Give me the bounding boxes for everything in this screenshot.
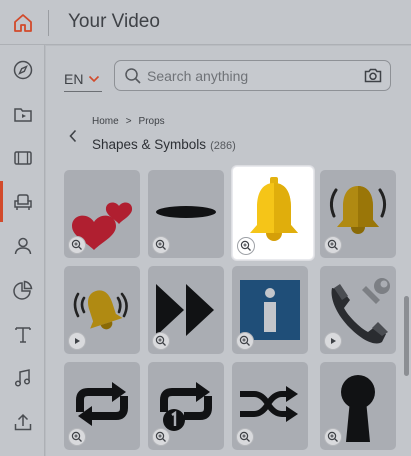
upload-icon [14, 413, 31, 430]
ringing-bell-tile[interactable] [320, 170, 396, 258]
zoom-icon[interactable] [324, 236, 342, 254]
shuffle-tile[interactable] [232, 362, 308, 450]
sidebar-item-scenes[interactable] [0, 135, 45, 180]
zoom-icon[interactable] [237, 237, 255, 255]
sidebar-item-props[interactable] [0, 179, 45, 224]
keyhole-tile[interactable] [320, 362, 396, 450]
zoom-icon[interactable] [68, 236, 86, 254]
info-tile[interactable] [232, 266, 308, 354]
props-panel: EN Search anything Home > Props Shapes &… [46, 46, 411, 456]
film-icon [13, 150, 32, 165]
chart-icon [12, 280, 32, 300]
search-input[interactable]: Search anything [147, 68, 248, 84]
sidebar-item-text[interactable] [0, 311, 45, 356]
bell-tile[interactable] [232, 166, 314, 260]
chevron-down-icon [89, 75, 100, 82]
sidebar-item-music[interactable] [0, 355, 45, 400]
zoom-icon[interactable] [236, 332, 254, 350]
language-select[interactable]: EN [64, 66, 102, 92]
fast-forward-tile[interactable] [148, 266, 224, 354]
breadcrumb-home[interactable]: Home [92, 116, 119, 127]
search-icon [125, 68, 141, 84]
zoom-icon[interactable] [236, 428, 254, 446]
play-icon[interactable] [324, 332, 342, 350]
repeat-once-tile[interactable] [148, 362, 224, 450]
music-icon [14, 368, 30, 387]
zoom-icon[interactable] [152, 332, 170, 350]
black-hole-tile[interactable] [148, 170, 224, 258]
sidebar-item-media[interactable] [0, 91, 45, 136]
props-chair-icon [13, 193, 32, 210]
section-heading: Shapes & Symbols (286) [92, 137, 236, 152]
play-icon[interactable] [68, 332, 86, 350]
sidebar-item-explore[interactable] [0, 47, 45, 92]
character-icon [14, 237, 31, 254]
zoom-icon[interactable] [324, 428, 342, 446]
search-box[interactable]: Search anything [114, 60, 391, 91]
phone-wrench-tile[interactable] [320, 266, 396, 354]
camera-icon[interactable] [364, 67, 382, 84]
page-title: Your Video [68, 11, 160, 32]
repeat-tile[interactable] [64, 362, 140, 450]
breadcrumb-current: Props [138, 116, 165, 127]
scrollbar[interactable] [404, 296, 409, 376]
sidebar-item-upload[interactable] [0, 399, 45, 444]
animated-ringing-bell-tile[interactable] [64, 266, 140, 354]
divider [48, 10, 49, 36]
props-grid [64, 166, 396, 456]
breadcrumb-separator: > [125, 116, 132, 127]
hearts-tile[interactable] [64, 170, 140, 258]
home-icon [13, 13, 32, 32]
sidebar-item-charts[interactable] [0, 267, 45, 312]
compass-icon [13, 60, 32, 79]
item-count: (286) [210, 140, 236, 152]
zoom-icon[interactable] [152, 428, 170, 446]
language-label: EN [64, 70, 84, 87]
zoom-icon[interactable] [68, 428, 86, 446]
home-button[interactable] [0, 0, 45, 45]
top-bar: Your Video [0, 0, 411, 45]
breadcrumb: Home > Props [92, 116, 165, 127]
text-icon [14, 326, 31, 343]
sidebar-item-characters[interactable] [0, 223, 45, 268]
back-arrow-icon[interactable] [68, 129, 78, 143]
media-folder-icon [13, 107, 32, 122]
section-title: Shapes & Symbols [92, 137, 207, 152]
zoom-icon[interactable] [152, 236, 170, 254]
sidebar [0, 45, 45, 456]
